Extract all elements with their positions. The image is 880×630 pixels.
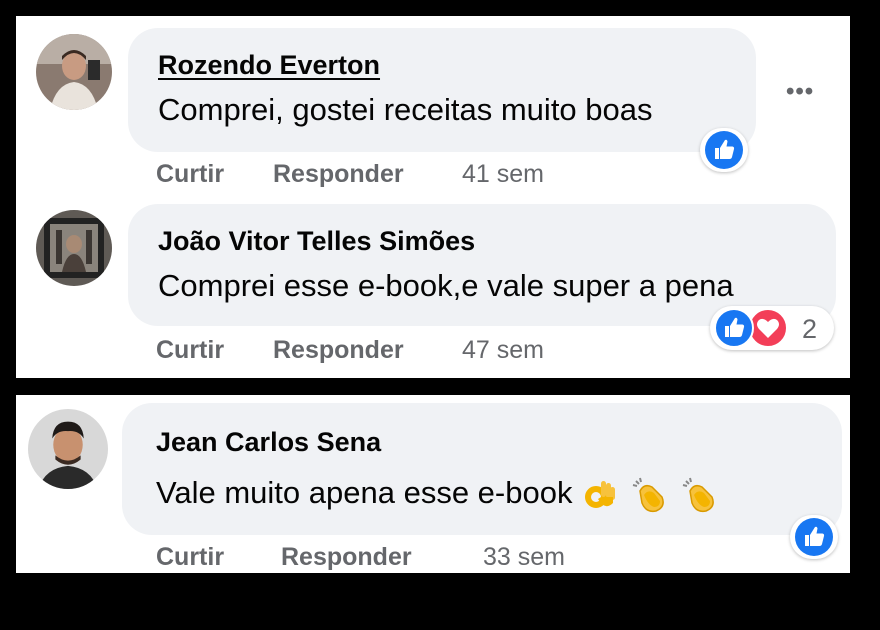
comment-text: Vale muito apena esse e-book <box>156 475 573 511</box>
reply-button[interactable]: Responder <box>281 543 412 572</box>
comments-panel-top: Rozendo Everton Comprei, gostei receitas… <box>16 16 850 378</box>
like-button[interactable]: Curtir <box>156 336 224 365</box>
comment-timestamp[interactable]: 41 sem <box>462 160 544 189</box>
comment-actions: Curtir Responder 41 sem <box>156 160 576 190</box>
comment-bubble: Jean Carlos Sena Vale muito apena esse e… <box>122 403 842 535</box>
comment-text: Comprei esse e-book,e vale super a pena <box>158 268 734 303</box>
avatar-jean[interactable] <box>28 409 108 489</box>
avatar-rozendo[interactable] <box>36 34 112 110</box>
clapping-hands-icon <box>680 475 720 515</box>
comment-text: Comprei, gostei receitas muito boas <box>158 92 653 127</box>
like-icon <box>794 517 834 557</box>
comment-actions: Curtir Responder 33 sem <box>156 543 616 573</box>
comment-actions: Curtir Responder 47 sem <box>156 336 576 366</box>
reaction-summary[interactable] <box>700 128 748 172</box>
comments-panel-bottom: Jean Carlos Sena Vale muito apena esse e… <box>16 395 850 573</box>
comment-author[interactable]: Rozendo Everton <box>158 50 380 81</box>
like-icon <box>714 308 754 348</box>
reaction-count: 2 <box>802 314 818 344</box>
reply-button[interactable]: Responder <box>273 336 404 365</box>
comment-timestamp[interactable]: 33 sem <box>483 543 565 572</box>
like-button[interactable]: Curtir <box>156 543 224 572</box>
reaction-summary[interactable] <box>790 515 838 559</box>
reaction-summary[interactable]: 2 <box>710 306 834 350</box>
comment-author[interactable]: Jean Carlos Sena <box>156 427 381 458</box>
clapping-hands-icon <box>630 475 670 515</box>
love-icon <box>748 308 788 348</box>
ok-hand-icon <box>583 477 619 513</box>
like-icon <box>704 130 744 170</box>
comment-timestamp[interactable]: 47 sem <box>462 336 544 365</box>
more-options-icon[interactable]: ••• <box>786 78 814 106</box>
reply-button[interactable]: Responder <box>273 160 404 189</box>
avatar-joao[interactable] <box>36 210 112 286</box>
comment-text-row: Vale muito apena esse e-book <box>156 475 720 515</box>
like-button[interactable]: Curtir <box>156 160 224 189</box>
comment-author[interactable]: João Vitor Telles Simões <box>158 226 475 257</box>
comment-bubble: Rozendo Everton Comprei, gostei receitas… <box>128 28 756 152</box>
